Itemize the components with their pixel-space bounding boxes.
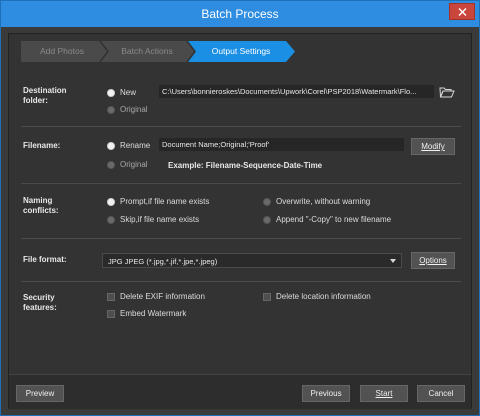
destination-label-line1: Destination (23, 86, 67, 95)
filename-example: Example: Filename-Sequence-Date-Time (168, 161, 323, 170)
wizard-step-add-photos[interactable]: Add Photos (23, 41, 101, 62)
title-bar: Batch Process (1, 1, 479, 27)
previous-button[interactable]: Previous (302, 385, 350, 402)
security-label: Security features: (23, 293, 57, 313)
destination-original-label: Original (120, 105, 148, 114)
chevron-down-icon (390, 259, 396, 263)
filename-original-radio[interactable] (107, 161, 115, 169)
delete-location-checkbox[interactable] (263, 293, 271, 301)
modify-button-label: Modify (421, 142, 445, 151)
divider (21, 126, 461, 127)
close-button[interactable] (449, 3, 475, 20)
browse-folder-button[interactable] (439, 86, 455, 98)
naming-label-line2: conflicts: (23, 206, 59, 215)
modify-button[interactable]: Modify (411, 138, 455, 155)
window-title: Batch Process (201, 7, 279, 21)
options-button[interactable]: Options (411, 252, 455, 269)
wizard-step-output-settings[interactable]: Output Settings (195, 41, 287, 62)
wizard-step-batch-actions[interactable]: Batch Actions (107, 41, 187, 62)
start-button-label: Start (375, 389, 393, 398)
divider (21, 238, 461, 239)
wizard-step-label: Batch Actions (121, 46, 173, 56)
naming-overwrite-label: Overwrite, without warning (276, 197, 371, 206)
folder-open-icon (439, 87, 455, 98)
batch-process-window: Batch Process Add Photos Batch Actions O… (0, 0, 480, 416)
divider (21, 183, 461, 184)
filename-rename-radio[interactable] (107, 142, 115, 150)
delete-exif-label: Delete EXIF information (120, 292, 205, 301)
destination-original-radio[interactable] (107, 106, 115, 114)
naming-overwrite-radio[interactable] (263, 198, 271, 206)
delete-exif-checkbox[interactable] (107, 293, 115, 301)
wizard-step-label: Add Photos (40, 46, 84, 56)
wizard-step-label: Output Settings (211, 46, 271, 56)
file-format-value: JPG JPEG (*.jpg,*.jif,*.jpe,*.jpeg) (108, 257, 218, 266)
destination-label: Destination folder: (23, 86, 67, 106)
dialog-body: Add Photos Batch Actions Output Settings… (8, 33, 472, 409)
destination-path-field[interactable]: C:\Users\bonnieroskes\Documents\Upwork\C… (159, 85, 434, 98)
naming-skip-radio[interactable] (107, 216, 115, 224)
filename-rename-label: Rename (120, 141, 151, 150)
file-format-dropdown[interactable]: JPG JPEG (*.jpg,*.jif,*.jpe,*.jpeg) (102, 253, 402, 268)
filename-pattern-field[interactable]: Document Name;Original;'Proof' (159, 138, 404, 151)
divider (21, 281, 461, 282)
footer-bar: Preview Previous Start Cancel (9, 374, 471, 409)
close-icon (458, 8, 467, 16)
destination-new-radio[interactable] (107, 89, 115, 97)
embed-watermark-checkbox[interactable] (107, 310, 115, 318)
naming-label-line1: Naming (23, 196, 53, 205)
cancel-button[interactable]: Cancel (417, 385, 465, 402)
naming-prompt-label: Prompt,if file name exists (120, 197, 210, 206)
filename-original-label: Original (120, 160, 148, 169)
naming-append-radio[interactable] (263, 216, 271, 224)
file-format-label: File format: (23, 255, 67, 264)
filename-label: Filename: (23, 141, 61, 150)
naming-conflicts-label: Naming conflicts: (23, 196, 59, 216)
naming-prompt-radio[interactable] (107, 198, 115, 206)
start-button[interactable]: Start (360, 385, 408, 402)
destination-new-label: New (120, 88, 137, 97)
embed-watermark-label: Embed Watermark (120, 309, 187, 318)
delete-location-label: Delete location information (276, 292, 371, 301)
security-label-line1: Security (23, 293, 55, 302)
security-label-line2: features: (23, 303, 57, 312)
destination-label-line2: folder: (23, 96, 48, 105)
preview-button[interactable]: Preview (16, 385, 64, 402)
naming-skip-label: Skip,if file name exists (120, 215, 200, 224)
naming-append-label: Append "-Copy" to new filename (276, 215, 392, 224)
options-button-label: Options (419, 256, 447, 265)
